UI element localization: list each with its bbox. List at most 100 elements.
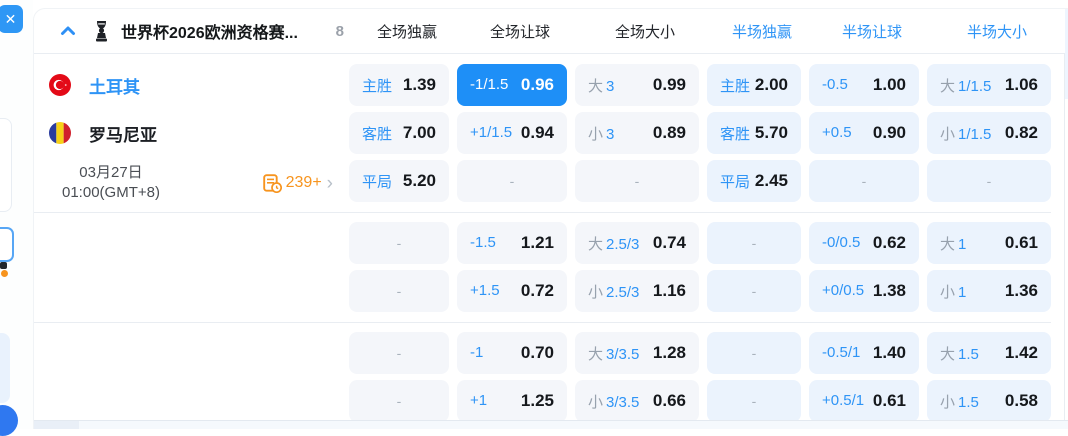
odds-cell[interactable]: -0/0.50.62 <box>809 222 919 264</box>
odds-label: 小1 <box>940 281 966 302</box>
market-header-3[interactable]: 全场大小 <box>583 21 707 42</box>
odds-cell[interactable]: 大30.99 <box>575 64 699 106</box>
odds-cell[interactable]: +11.25 <box>457 380 567 422</box>
odds-cell-empty[interactable]: - <box>349 222 449 264</box>
odds-label-prefix: 小 <box>940 284 955 301</box>
odds-cell[interactable]: 大2.5/3 0.74 <box>575 222 699 264</box>
odds-label-prefix: 小 <box>588 284 603 301</box>
odds-value: 1.40 <box>873 343 906 363</box>
odds-cell[interactable]: 小1/1.50.82 <box>927 112 1051 154</box>
home-team-row[interactable]: 土耳其 <box>34 64 349 106</box>
odds-cell-empty[interactable]: - <box>809 160 919 202</box>
odds-label-prefix: 小 <box>940 126 955 143</box>
odds-cell[interactable]: +0/0.5 1.38 <box>809 270 919 312</box>
odds-cell[interactable]: -0.51.00 <box>809 64 919 106</box>
odds-cell[interactable]: 大1/1.51.06 <box>927 64 1051 106</box>
next-section-preview <box>34 420 1068 429</box>
odds-value: 1.38 <box>873 281 906 301</box>
odds-cell[interactable]: 小3/3.50.66 <box>575 380 699 422</box>
odds-label-prefix: 大 <box>940 78 955 95</box>
odds-cell[interactable]: -10.70 <box>457 332 567 374</box>
odds-cell[interactable]: 大10.61 <box>927 222 1051 264</box>
odds-label: 小1.5 <box>940 391 979 412</box>
away-team-row[interactable]: 罗马尼亚 <box>34 112 349 154</box>
sidebar-fragment-fab[interactable] <box>0 405 18 436</box>
no-odds-dash: - <box>752 345 757 361</box>
odds-label-prefix: 小 <box>940 394 955 411</box>
odds-value: 1.21 <box>521 233 554 253</box>
odds-cell[interactable]: 客胜5.70 <box>707 112 801 154</box>
more-markets-link[interactable]: 239+ › <box>263 174 333 193</box>
odds-cell-empty[interactable]: - <box>575 160 699 202</box>
market-header-5[interactable]: 半场让球 <box>817 21 927 42</box>
odds-cell[interactable]: 大1.51.42 <box>927 332 1051 374</box>
collapse-chevron-up-icon[interactable] <box>59 22 77 40</box>
market-header-4[interactable]: 半场独赢 <box>715 21 809 42</box>
odds-cell-empty[interactable]: - <box>707 332 801 374</box>
odds-cell[interactable]: 小30.89 <box>575 112 699 154</box>
market-header-2[interactable]: 全场让球 <box>465 21 575 42</box>
odds-value: 0.74 <box>653 233 686 253</box>
odds-label: 大3/3.5 <box>588 343 639 364</box>
odds-group-3: --10.70大3/3.51.28--0.5/11.40大1.51.42-+11… <box>349 332 1051 422</box>
no-odds-dash: - <box>987 173 992 189</box>
odds-value: 0.61 <box>873 391 906 411</box>
odds-value: 1.39 <box>403 75 436 95</box>
league-match-count: 8 <box>336 23 344 40</box>
sidebar-fragment-button[interactable] <box>0 227 14 262</box>
no-odds-dash: - <box>752 283 757 299</box>
sidebar-fragment-icon <box>0 262 10 278</box>
odds-cell[interactable]: +0.50.90 <box>809 112 919 154</box>
odds-cell-empty[interactable]: - <box>707 380 801 422</box>
odds-label: -1/1.5 <box>470 76 508 94</box>
market-header-6[interactable]: 半场大小 <box>935 21 1059 42</box>
odds-groups: 主胜1.39-1/1.50.96大30.99主胜2.00-0.51.00大1/1… <box>349 64 1051 422</box>
odds-cell[interactable]: 平局2.45 <box>707 160 801 202</box>
odds-cell[interactable]: 小11.36 <box>927 270 1051 312</box>
odds-value: 0.70 <box>521 343 554 363</box>
odds-value: 0.96 <box>521 75 554 95</box>
odds-cell-empty[interactable]: - <box>707 270 801 312</box>
league-title[interactable]: 世界杯2026欧洲资格赛... <box>121 19 328 43</box>
odds-cell[interactable]: 客胜7.00 <box>349 112 449 154</box>
odds-cell[interactable]: 大3/3.51.28 <box>575 332 699 374</box>
no-odds-dash: - <box>397 235 402 251</box>
odds-value: 2.00 <box>755 75 788 95</box>
odds-label: -1.5 <box>470 234 496 252</box>
odds-label-prefix: 大 <box>940 346 955 363</box>
odds-cell-empty[interactable]: - <box>457 160 567 202</box>
odds-label: 小2.5/3 <box>588 281 639 302</box>
odds-cell[interactable]: 主胜2.00 <box>707 64 801 106</box>
match-datetime: 03月27日 01:00(GMT+8) <box>62 163 160 203</box>
odds-cell-empty[interactable]: - <box>927 160 1051 202</box>
odds-cell[interactable]: +1.50.72 <box>457 270 567 312</box>
odds-cell[interactable]: 平局5.20 <box>349 160 449 202</box>
odds-label: 大2.5/3 <box>588 233 639 254</box>
odds-label: +0/0.5 <box>822 282 864 300</box>
odds-cell[interactable]: 小1.50.58 <box>927 380 1051 422</box>
close-button[interactable]: ✕ <box>0 5 23 33</box>
odds-cell[interactable]: -1/1.5 0.96 <box>457 64 567 106</box>
odds-cell[interactable]: 主胜1.39 <box>349 64 449 106</box>
odds-value: 0.94 <box>521 123 554 143</box>
odds-label-prefix: 大 <box>588 236 603 253</box>
odds-cell-empty[interactable]: - <box>707 222 801 264</box>
odds-cell[interactable]: +1/1.50.94 <box>457 112 567 154</box>
odds-cell-empty[interactable]: - <box>349 332 449 374</box>
odds-label-prefix: 大 <box>588 346 603 363</box>
odds-value: 0.99 <box>653 75 686 95</box>
odds-cell-empty[interactable]: - <box>349 270 449 312</box>
odds-cell[interactable]: -1.5 1.21 <box>457 222 567 264</box>
chevron-right-icon: › <box>327 174 333 193</box>
odds-label: 主胜 <box>720 75 750 96</box>
odds-cell[interactable]: -0.5/11.40 <box>809 332 919 374</box>
odds-label: 小1/1.5 <box>940 123 991 144</box>
odds-group-2: --1.51.21大2.5/30.74--0/0.50.62大10.61-+1.… <box>349 222 1051 312</box>
odds-cell[interactable]: +0.5/10.61 <box>809 380 919 422</box>
odds-panel: 世界杯2026欧洲资格赛... 8 全场独赢全场让球全场大小半场独赢半场让球半场… <box>33 8 1068 429</box>
odds-cell[interactable]: 小2.5/31.16 <box>575 270 699 312</box>
odds-cell-empty[interactable]: - <box>349 380 449 422</box>
league-title-cell: 世界杯2026欧洲资格赛... 8 <box>34 19 349 43</box>
market-header-1[interactable]: 全场独赢 <box>357 21 457 42</box>
odds-label: 小3/3.5 <box>588 391 639 412</box>
